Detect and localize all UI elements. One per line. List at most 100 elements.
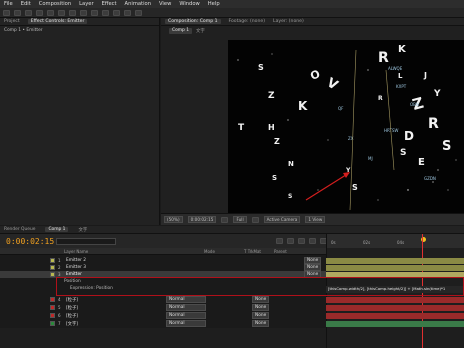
pan-behind-tool-icon[interactable] (58, 9, 65, 16)
col-parent[interactable]: Parent (274, 249, 287, 254)
parent-select[interactable]: None (252, 312, 270, 319)
layer-number: 7 (58, 321, 61, 326)
camera-select[interactable]: Active Camera (263, 216, 301, 223)
svg-text:S: S (352, 183, 358, 192)
mode-select[interactable]: Normal (166, 304, 206, 311)
svg-text:J: J (423, 71, 427, 80)
rectangle-tool-icon[interactable] (69, 9, 76, 16)
tab-composition[interactable]: Composition: Comp 1 (165, 19, 221, 24)
menu-effect[interactable]: Effect (102, 1, 117, 7)
brush-tool-icon[interactable] (102, 9, 109, 16)
tab-layer[interactable]: Layer: (none) (273, 19, 304, 24)
layer-color-swatch (50, 258, 55, 263)
view-layout-select[interactable]: 1 View (305, 216, 326, 223)
subtab-comp[interactable]: Comp 1 (169, 28, 193, 34)
menu-view[interactable]: View (159, 1, 171, 7)
timeline-timecode[interactable]: 0:00:02:15 (0, 237, 56, 246)
layer-name[interactable]: Emitter 2 (66, 258, 186, 263)
svg-text:KXPT: KXPT (396, 84, 407, 89)
mode-select[interactable]: Normal (166, 320, 206, 327)
svg-text:N: N (288, 160, 294, 168)
svg-text:Z: Z (268, 91, 275, 101)
tab-project[interactable]: Project (4, 19, 20, 24)
parent-select[interactable]: None (252, 296, 270, 303)
pen-tool-icon[interactable] (80, 9, 87, 16)
layer-name[interactable]: [粒子] (66, 313, 166, 319)
menu-window[interactable]: Window (179, 1, 199, 7)
layer-color-swatch (50, 321, 55, 326)
viewer-timecode[interactable]: 0:00:02:15 (187, 216, 217, 223)
draft-3d-icon[interactable] (287, 238, 294, 244)
comp-mini-flowchart-icon[interactable] (276, 238, 283, 244)
layer-row[interactable]: 4 [粒子] Normal None (0, 296, 326, 303)
layer-row[interactable]: 2 Emitter 3 None (0, 264, 326, 271)
col-layer-name[interactable]: Layer Name (64, 249, 204, 254)
tab-footage[interactable]: Footage: (none) (229, 19, 266, 24)
snapshot-icon[interactable] (221, 216, 229, 223)
col-trkmat[interactable]: T TrkMat (244, 249, 274, 254)
breadcrumb: Comp 1 • Emitter (4, 28, 43, 33)
layer-row[interactable]: 7 [文字] Normal None (0, 320, 326, 327)
layer-row[interactable]: 1 Emitter 2 None (0, 257, 326, 264)
effect-controls-panel: Project Effect Controls: Emitter Comp 1 … (0, 18, 160, 225)
svg-text:MJ: MJ (368, 156, 373, 161)
resolution-select[interactable]: Full (233, 216, 247, 223)
layer-name[interactable]: Emitter 3 (66, 265, 186, 270)
zoom-select[interactable]: (50%) (164, 216, 183, 223)
mode-select[interactable]: Normal (166, 312, 206, 319)
hide-shy-layers-icon[interactable] (298, 238, 305, 244)
composition-viewer[interactable]: R K V O K Z S T H Z N S S Z R D S E S Y … (228, 40, 464, 213)
layer-number: 6 (58, 313, 61, 318)
tab-render-queue[interactable]: Render Queue (4, 227, 35, 232)
layer-duration-bar[interactable] (326, 258, 464, 264)
parent-select[interactable]: None (304, 257, 322, 264)
svg-text:T: T (238, 123, 245, 133)
eraser-tool-icon[interactable] (124, 9, 131, 16)
menu-composition[interactable]: Composition (39, 1, 71, 7)
selection-tool-icon[interactable] (3, 9, 10, 16)
mode-select[interactable]: Normal (166, 296, 206, 303)
parent-select[interactable]: None (252, 320, 270, 327)
region-of-interest-icon[interactable] (251, 216, 259, 223)
layer-name[interactable]: [粒子] (66, 305, 166, 311)
frame-blending-icon[interactable] (309, 238, 316, 244)
layer-duration-bar[interactable] (326, 313, 464, 319)
svg-text:O: O (309, 67, 322, 82)
layer-duration-bar[interactable] (326, 265, 464, 271)
comp-panel-tabs: Composition: Comp 1 Footage: (none) Laye… (161, 18, 464, 26)
svg-text:Y: Y (433, 89, 441, 99)
menu-help[interactable]: Help (208, 1, 220, 7)
tab-comp-1[interactable]: Comp 1 (45, 227, 69, 232)
svg-text:R: R (378, 95, 383, 102)
layer-search-input[interactable] (56, 237, 116, 245)
puppet-tool-icon[interactable] (135, 9, 142, 16)
subtab-extra[interactable]: 文字 (196, 28, 205, 34)
svg-text:Z: Z (274, 137, 280, 146)
zoom-tool-icon[interactable] (25, 9, 32, 16)
hand-tool-icon[interactable] (14, 9, 21, 16)
layer-row[interactable]: 5 [粒子] Normal None (0, 304, 326, 311)
timeline-tabs: Render Queue Comp 1 文字 (0, 226, 464, 234)
parent-select[interactable]: None (304, 264, 322, 271)
menu-layer[interactable]: Layer (79, 1, 93, 7)
tab-text[interactable]: 文字 (78, 227, 87, 233)
rotate-tool-icon[interactable] (36, 9, 43, 16)
camera-tool-icon[interactable] (47, 9, 54, 16)
menu-file[interactable]: File (4, 1, 13, 7)
clone-tool-icon[interactable] (113, 9, 120, 16)
parent-select[interactable]: None (252, 304, 270, 311)
time-ruler[interactable]: 0s 02s 04s (326, 234, 464, 248)
layer-duration-bar[interactable] (326, 321, 464, 327)
viewer-controls: (50%) 0:00:02:15 Full Active Camera 1 Vi… (161, 213, 464, 225)
col-mode[interactable]: Mode (204, 249, 244, 254)
layer-name[interactable]: [文字] (66, 321, 166, 327)
layer-duration-bar[interactable] (326, 305, 464, 311)
layer-duration-bar[interactable] (326, 297, 464, 303)
layer-number: 4 (58, 297, 61, 302)
layer-row[interactable]: 6 [粒子] Normal None (0, 312, 326, 319)
tab-effect-controls[interactable]: Effect Controls: Emitter (27, 19, 88, 24)
layer-name[interactable]: [粒子] (66, 297, 166, 303)
menu-animation[interactable]: Animation (125, 1, 151, 7)
menu-edit[interactable]: Edit (21, 1, 31, 7)
text-tool-icon[interactable] (91, 9, 98, 16)
